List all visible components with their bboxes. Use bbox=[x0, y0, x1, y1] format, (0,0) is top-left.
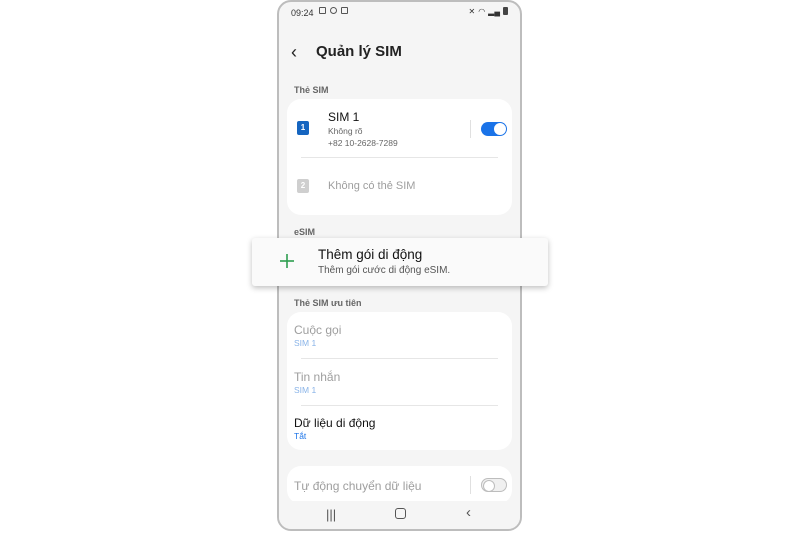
sim1-row[interactable]: 1 SIM 1 Không rõ +82 10-2628-7289 bbox=[287, 99, 512, 157]
navigation-bar: ||| ‹ bbox=[279, 501, 520, 529]
toggle-knob bbox=[483, 480, 495, 492]
plus-icon bbox=[280, 254, 294, 268]
toggle-knob bbox=[494, 123, 506, 135]
auto-switch-card: Tự động chuyển dữ liệu bbox=[287, 466, 512, 504]
mute-icon: ✕ bbox=[468, 7, 476, 16]
sim1-name: SIM 1 bbox=[328, 110, 360, 124]
sim1-toggle[interactable] bbox=[481, 122, 507, 136]
messages-value: SIM 1 bbox=[294, 385, 317, 395]
screenshot-icon bbox=[341, 7, 348, 14]
add-plan-subtitle: Thêm gói cước di động eSIM. bbox=[318, 265, 451, 276]
status-bar: 09:24 ✕ ◠ ▂▄ bbox=[279, 2, 520, 24]
page-title: Quản lý SIM bbox=[316, 43, 402, 60]
esim-section-label: eSIM bbox=[294, 227, 316, 237]
preferred-messages-row: Tin nhắn SIM 1 bbox=[287, 359, 512, 405]
mobile-data-value: Tắt bbox=[294, 431, 307, 441]
mobile-data-title: Dữ liệu di động bbox=[294, 416, 376, 430]
messages-title: Tin nhắn bbox=[294, 370, 341, 384]
app-header: ‹ Quản lý SIM bbox=[279, 40, 520, 68]
back-button[interactable]: ‹ bbox=[291, 42, 297, 62]
calls-title: Cuộc gọi bbox=[294, 323, 342, 337]
signal-icon: ▂▄ bbox=[488, 7, 500, 16]
sim2-label: Không có thẻ SIM bbox=[328, 180, 416, 192]
sim-card-list: 1 SIM 1 Không rõ +82 10-2628-7289 2 Khôn… bbox=[287, 99, 512, 215]
auto-switch-label: Tự động chuyển dữ liệu bbox=[294, 479, 422, 493]
wifi-icon: ◠ bbox=[478, 7, 486, 16]
preferred-sim-section-label: Thẻ SIM ưu tiên bbox=[294, 298, 362, 308]
recent-apps-button[interactable]: ||| bbox=[326, 507, 336, 522]
sim2-badge-icon: 2 bbox=[297, 179, 309, 193]
auto-switch-toggle[interactable] bbox=[481, 478, 507, 492]
cloud-icon bbox=[330, 7, 337, 14]
preferred-sim-list: Cuộc gọi SIM 1 Tin nhắn SIM 1 Dữ liệu di… bbox=[287, 312, 512, 450]
gallery-icon bbox=[319, 7, 326, 14]
preferred-data-row[interactable]: Dữ liệu di động Tắt bbox=[287, 406, 512, 450]
status-time: 09:24 bbox=[291, 8, 314, 18]
sim1-number: +82 10-2628-7289 bbox=[328, 138, 398, 148]
sim1-status: Không rõ bbox=[328, 126, 363, 136]
battery-icon bbox=[503, 7, 508, 15]
row-separator bbox=[470, 476, 471, 494]
sim2-row: 2 Không có thẻ SIM bbox=[287, 158, 512, 215]
system-icons: ✕ ◠ ▂▄ bbox=[468, 7, 508, 16]
add-plan-title: Thêm gói di động bbox=[318, 247, 423, 262]
sim1-badge-icon: 1 bbox=[297, 121, 309, 135]
back-nav-button[interactable]: ‹ bbox=[466, 504, 471, 521]
add-mobile-plan-button[interactable]: Thêm gói di động Thêm gói cước di động e… bbox=[252, 238, 548, 286]
row-separator bbox=[470, 120, 471, 138]
calls-value: SIM 1 bbox=[294, 338, 317, 348]
preferred-calls-row: Cuộc gọi SIM 1 bbox=[287, 312, 512, 358]
sim-section-label: Thẻ SIM bbox=[294, 85, 329, 95]
notification-icons bbox=[319, 7, 348, 14]
home-button[interactable] bbox=[395, 508, 406, 519]
